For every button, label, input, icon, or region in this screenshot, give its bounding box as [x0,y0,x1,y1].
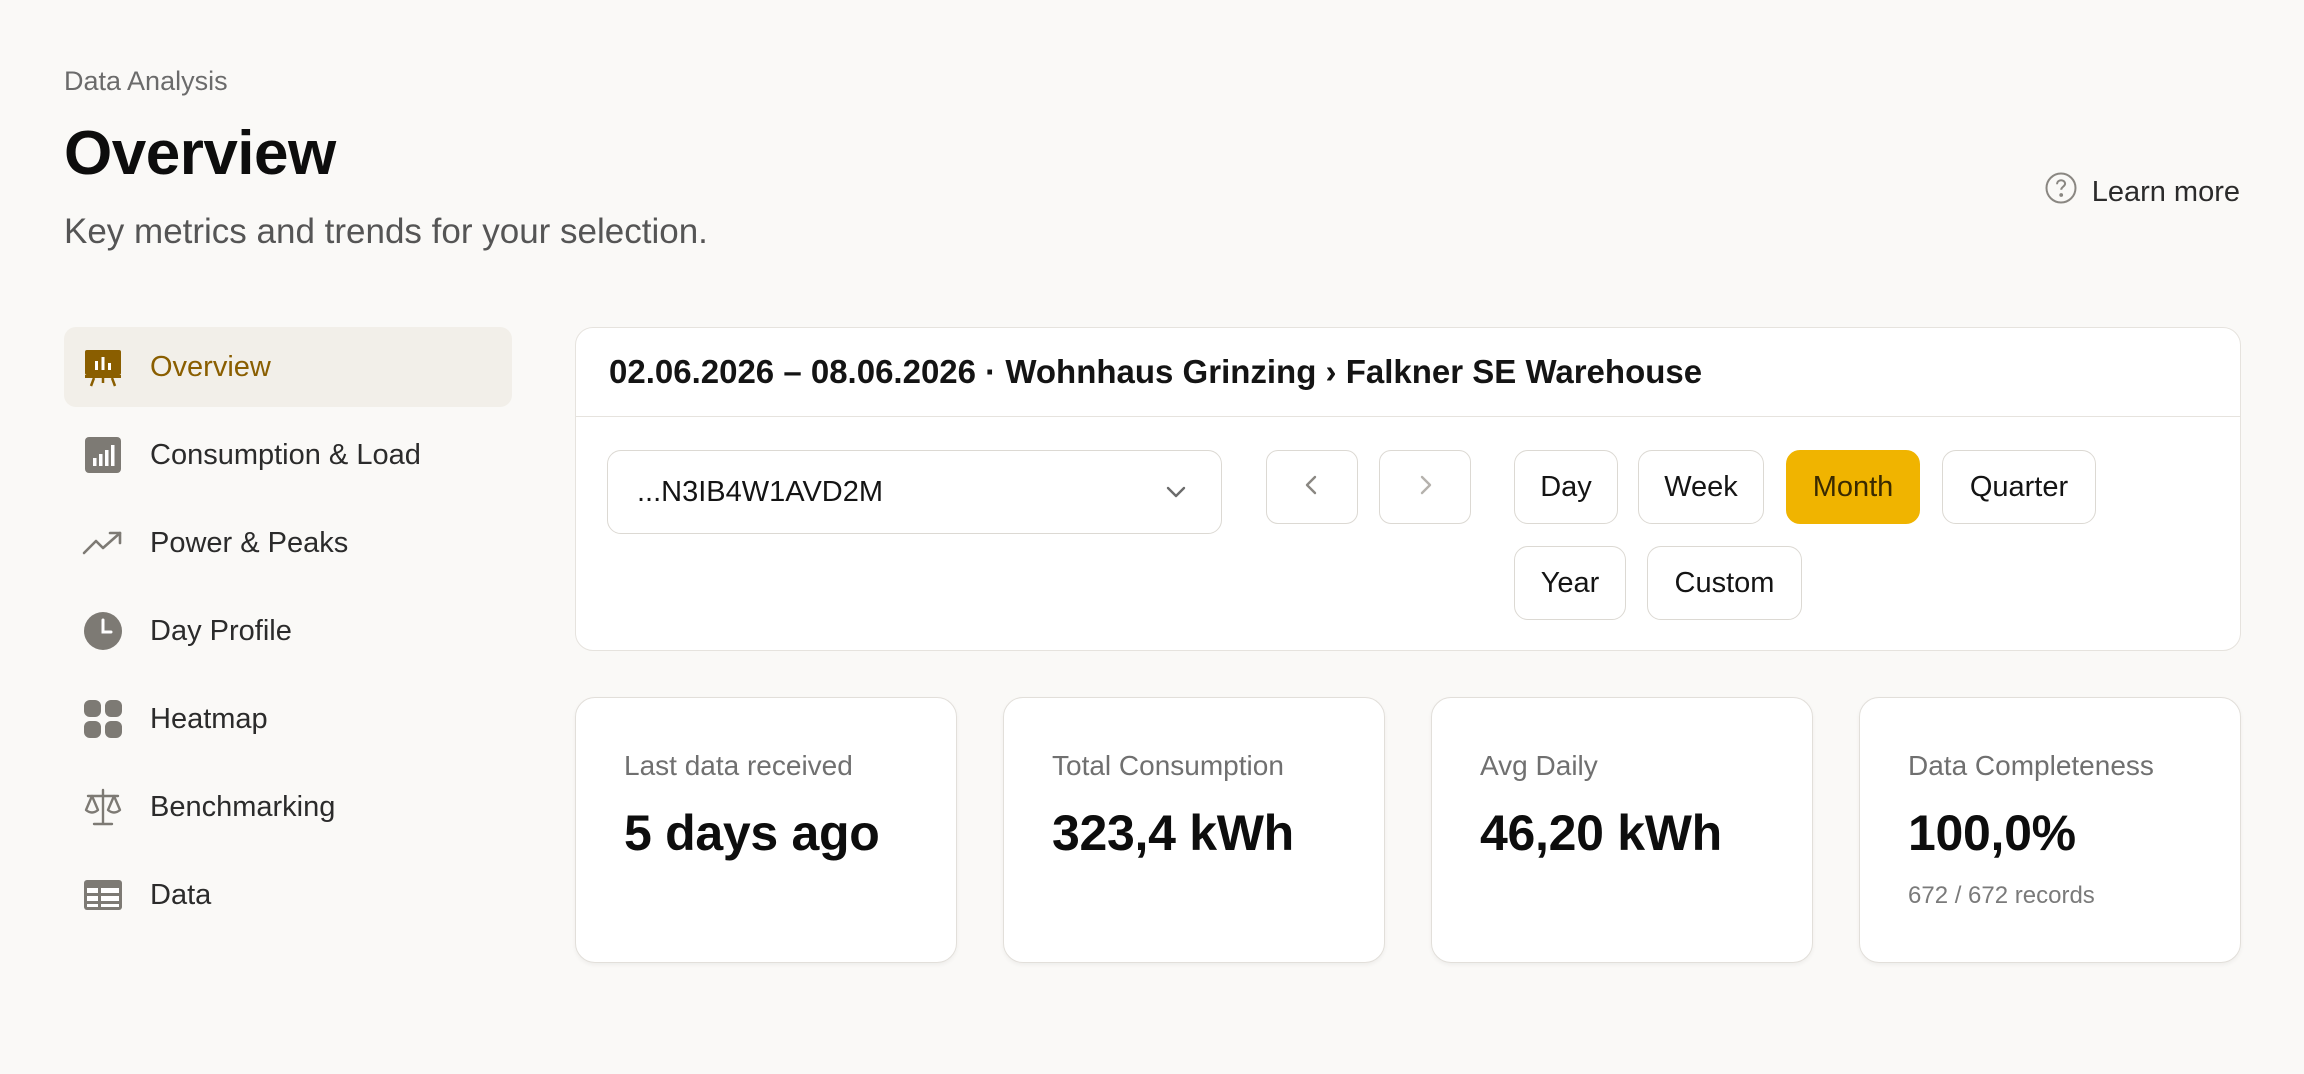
kpi-card-avg-daily: Avg Daily 46,20 kWh [1431,697,1813,963]
kpi-label: Avg Daily [1480,750,1598,781]
sidebar-item-label: Overview [150,350,271,383]
sidebar-item-overview[interactable]: Overview [64,327,512,407]
sidebar-item-label: Heatmap [150,702,268,735]
learn-more-label: Learn more [2091,175,2240,208]
kpi-label: Last data received [624,750,853,781]
grid-icon [82,698,124,740]
selection-heading: 02.06.2026 – 08.06.2026 · Wohnhaus Grinz… [576,328,2240,417]
page-subtitle: Key metrics and trends for your selectio… [64,212,708,251]
sidebar-item-benchmarking[interactable]: Benchmarking [64,767,512,847]
chevron-down-icon [1163,479,1189,505]
sidebar-item-data[interactable]: Data [64,855,512,935]
section-eyebrow: Data Analysis [64,66,228,96]
trending-up-icon [82,522,124,564]
period-year-button[interactable]: Year [1514,546,1626,620]
kpi-value: 323,4 kWh [1052,805,1294,861]
chevron-left-icon [1299,472,1325,503]
sidebar-item-power-peaks[interactable]: Power & Peaks [64,503,512,583]
sidebar-item-label: Consumption & Load [150,438,421,471]
chevron-right-icon [1412,472,1438,503]
kpi-label: Total Consumption [1052,750,1284,781]
kpi-note: 672 / 672 records [1908,882,2095,909]
selection-panel: 02.06.2026 – 08.06.2026 · Wohnhaus Grinz… [575,327,2241,651]
device-select[interactable]: ...N3IB4W1AVD2M [607,450,1222,534]
table-icon [82,874,124,916]
sidebar-item-label: Benchmarking [150,790,336,823]
help-circle-icon [2044,171,2078,213]
period-day-button[interactable]: Day [1514,450,1618,524]
previous-period-button[interactable] [1266,450,1358,524]
kpi-label: Data Completeness [1908,750,2154,781]
overview-page: Data Analysis Overview Key metrics and t… [0,0,2304,1074]
sidebar-item-heatmap[interactable]: Heatmap [64,679,512,759]
kpi-value: 100,0% [1908,805,2076,861]
sidebar-item-day-profile[interactable]: Day Profile [64,591,512,671]
kpi-card-total-consumption: Total Consumption 323,4 kWh [1003,697,1385,963]
scale-icon [82,786,124,828]
period-week-button[interactable]: Week [1638,450,1764,524]
period-month-button[interactable]: Month [1786,450,1920,524]
learn-more-link[interactable]: Learn more [2044,172,2240,212]
clock-icon [82,610,124,652]
period-quarter-button[interactable]: Quarter [1942,450,2096,524]
period-custom-button[interactable]: Custom [1647,546,1802,620]
sidebar-item-label: Power & Peaks [150,526,349,559]
sidebar-item-label: Data [150,878,212,911]
page-title: Overview [64,119,336,188]
next-period-button[interactable] [1379,450,1471,524]
bar-chart-icon [82,434,124,476]
kpi-card-data-completeness: Data Completeness 100,0% 672 / 672 recor… [1859,697,2241,963]
presentation-chart-icon [82,346,124,388]
sidebar-item-consumption-load[interactable]: Consumption & Load [64,415,512,495]
kpi-value: 5 days ago [624,805,880,861]
kpi-card-last-data: Last data received 5 days ago [575,697,957,963]
kpi-value: 46,20 kWh [1480,805,1722,861]
sidebar-nav: Overview Consumption & Load Power & Peak… [64,327,512,943]
device-select-value: ...N3IB4W1AVD2M [637,475,884,508]
sidebar-item-label: Day Profile [150,614,292,647]
